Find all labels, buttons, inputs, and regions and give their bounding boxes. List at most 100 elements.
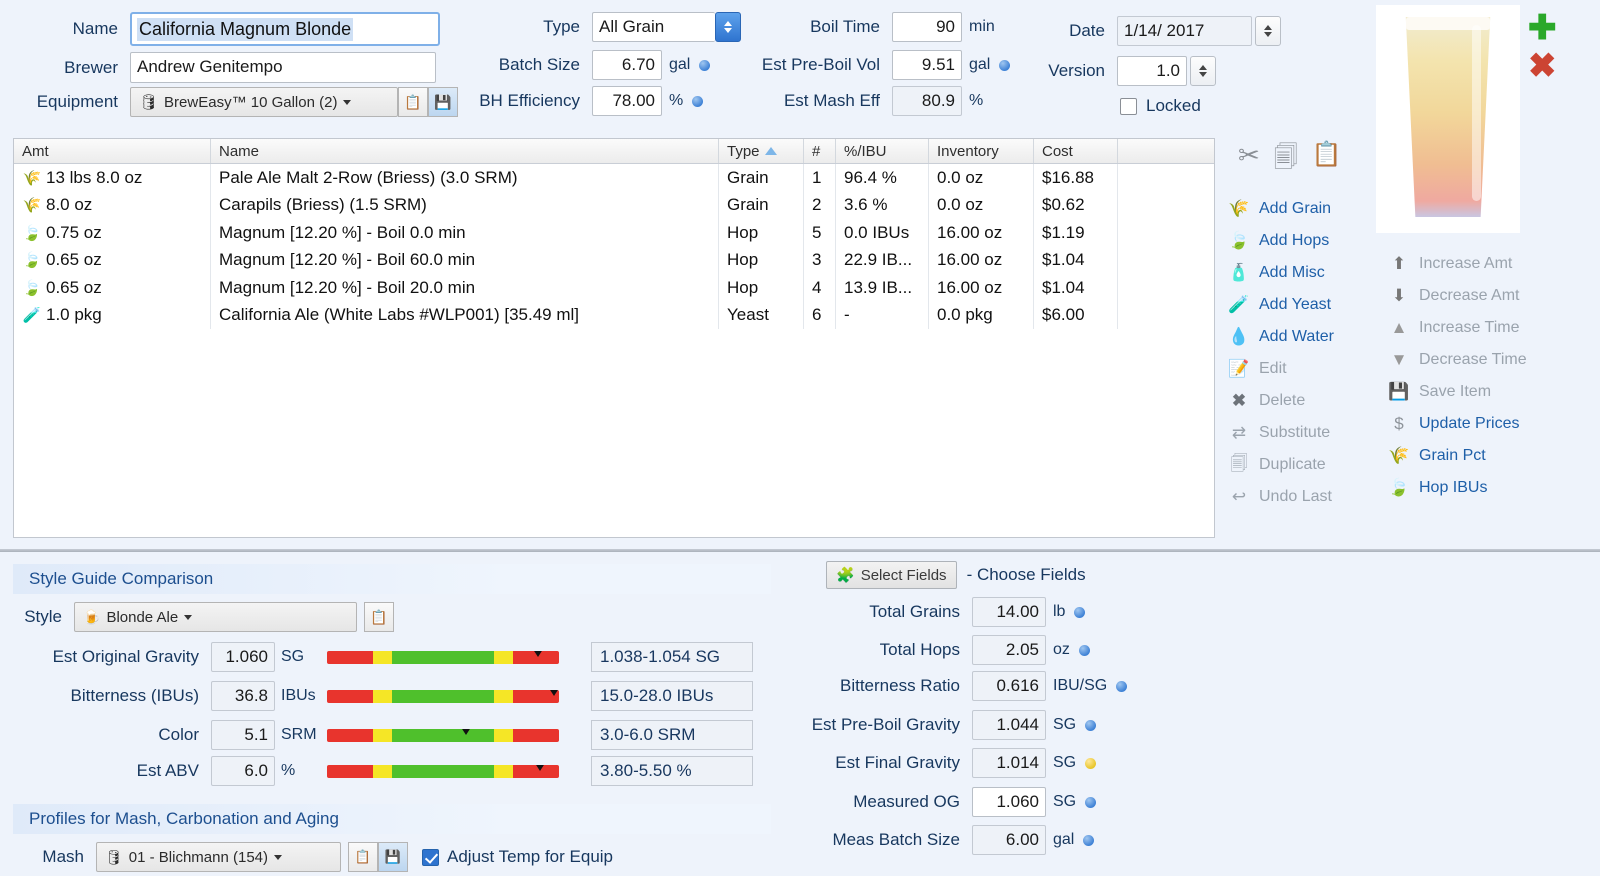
mash-eff-unit: % (969, 92, 984, 109)
batch-size-input[interactable]: 6.70 (592, 50, 662, 80)
column-header-pct-ibu[interactable]: %/IBU (835, 139, 928, 163)
name-row: Name California Magnum Blonde (40, 12, 440, 46)
stat-value[interactable]: 1.060 (972, 787, 1046, 817)
cell-inventory: 0.0 oz (928, 164, 1033, 192)
style-range-bar (327, 650, 559, 664)
cell-cost: $6.00 (1033, 301, 1117, 329)
style-dropdown[interactable]: 🍺 Blonde Ale (74, 602, 357, 632)
cell-type: Grain (718, 191, 803, 219)
action-label: Add Yeast (1259, 296, 1332, 313)
type-value[interactable]: All Grain (592, 12, 715, 42)
ingredients-table[interactable]: Amt Name Type # %/IBU Inventory Cost 🌾 13… (13, 138, 1215, 538)
undo-icon: ↩ (1231, 487, 1247, 506)
stat-value: 14.00 (972, 597, 1046, 627)
equipment-dropdown[interactable]: 🛢 BrewEasy™ 10 Gallon (2) (130, 87, 398, 117)
ingredient-actions-panel: ✂ 🗐 📋 🌾 Add Grain 🍃 Add Hops 🧴 Add Misc 🧪 Ad… (1228, 140, 1388, 513)
select-fields-button[interactable]: 🧩 Select Fields (826, 561, 957, 589)
cell-type: Hop (718, 219, 803, 247)
add-misc-button[interactable]: 🧴 Add Misc (1228, 257, 1388, 289)
section-title: Style Guide Comparison (29, 569, 214, 588)
brewer-input[interactable] (130, 52, 436, 83)
boil-time-unit: min (969, 18, 995, 35)
table-row[interactable]: 🌾 8.0 oz Carapils (Briess) (1.5 SRM) Grai… (14, 191, 1214, 219)
date-input[interactable]: 1/14/ 2017 (1117, 16, 1252, 46)
add-hops-button[interactable]: 🍃 Add Hops (1228, 225, 1388, 257)
mash-check-icon[interactable]: 📋 (348, 842, 378, 872)
locked-checkbox[interactable] (1120, 97, 1137, 115)
cell-amt: 1.0 pkg (46, 305, 102, 325)
column-header-inventory[interactable]: Inventory (928, 139, 1033, 163)
table-row[interactable]: 🌾 13 lbs 8.0 oz Pale Ale Malt 2-Row (Brie… (14, 164, 1214, 192)
paste-icon[interactable]: 📋 (1312, 140, 1342, 181)
cell-pct-ibu: 13.9 IB... (835, 274, 928, 302)
stat-unit: SG (1053, 716, 1077, 733)
puzzle-icon: 🧩 (836, 567, 855, 584)
close-x-icon[interactable]: ✖ (1528, 48, 1557, 84)
name-input[interactable]: California Magnum Blonde (130, 12, 440, 46)
stat-label: Est Pre-Boil Gravity (811, 715, 960, 734)
version-input[interactable]: 1.0 (1117, 56, 1187, 86)
cell-name: Magnum [12.20 %] - Boil 60.0 min (210, 246, 718, 274)
water-drop-icon: 💧 (1228, 327, 1250, 346)
stat-status-dot (1116, 680, 1128, 692)
mash-dropdown[interactable]: 🛢 01 - Blichmann (154) (96, 842, 341, 872)
hop-ibus-button[interactable]: 🍃 Hop IBUs (1388, 472, 1588, 504)
plus-icon[interactable]: ✚ (1528, 10, 1557, 46)
add-yeast-button[interactable]: 🧪 Add Yeast (1228, 289, 1388, 321)
add-water-button[interactable]: 💧 Add Water (1228, 321, 1388, 353)
edit-button: 📝 Edit (1228, 353, 1388, 385)
equipment-check-icon[interactable]: 📋 (398, 87, 428, 117)
action-label: Decrease Amt (1419, 287, 1520, 304)
stat-value[interactable]: 6.00 (972, 825, 1046, 855)
style-range-marker (527, 650, 550, 657)
copy-icon[interactable]: 🗐 (1274, 140, 1298, 181)
action-label: Add Grain (1259, 200, 1332, 217)
adjust-temp-checkbox[interactable] (422, 848, 439, 866)
mash-eff-label: Est Mash Eff (783, 91, 880, 110)
name-input-value: California Magnum Blonde (137, 17, 354, 41)
save-item-button: 💾 Save Item (1388, 376, 1588, 408)
column-header-amt[interactable]: Amt (14, 139, 210, 163)
table-row[interactable]: 🍃 0.75 oz Magnum [12.20 %] - Boil 0.0 min… (14, 219, 1214, 247)
cell-number: 6 (803, 301, 835, 329)
date-stepper[interactable] (1255, 16, 1281, 46)
column-header-cost[interactable]: Cost (1033, 139, 1117, 163)
column-header-number[interactable]: # (803, 139, 835, 163)
bh-efficiency-input[interactable]: 78.00 (592, 86, 662, 116)
batch-size-row: Batch Size 6.70 gal (440, 50, 711, 80)
mash-eff-row: Est Mash Eff 80.9 % (700, 86, 983, 116)
locked-row[interactable]: Locked (1120, 96, 1201, 116)
version-stepper[interactable] (1190, 56, 1216, 86)
style-check-icon[interactable]: 📋 (364, 602, 394, 632)
yeast-icon: 🧪 (22, 307, 42, 325)
panel-divider (0, 549, 1600, 552)
action-label: Add Hops (1259, 232, 1330, 249)
table-header-row: Amt Name Type # %/IBU Inventory Cost (14, 139, 1214, 164)
metric-value: 5.1 (211, 720, 275, 750)
add-grain-button[interactable]: 🌾 Add Grain (1228, 193, 1388, 225)
update-prices-button[interactable]: $ Update Prices (1388, 408, 1588, 440)
mash-eff-value: 80.9 (892, 86, 962, 116)
grain-icon: 🌾 (1388, 446, 1410, 465)
column-header-name[interactable]: Name (210, 139, 718, 163)
stat-status-dot (1074, 606, 1086, 618)
grain-icon: 🌾 (22, 169, 42, 187)
stat-unit: IBU/SG (1053, 677, 1108, 694)
mash-save-icon[interactable]: 💾 (378, 842, 408, 872)
decrease-amt-button: ⬇ Decrease Amt (1388, 280, 1588, 312)
mash-value: 01 - Blichmann (154) (128, 848, 269, 866)
pre-boil-vol-input[interactable]: 9.51 (892, 50, 962, 80)
table-row[interactable]: 🧪 1.0 pkg California Ale (White Labs #WLP… (14, 301, 1214, 329)
beer-preview (1376, 5, 1520, 233)
stat-value: 0.616 (972, 671, 1046, 701)
table-row[interactable]: 🍃 0.65 oz Magnum [12.20 %] - Boil 60.0 mi… (14, 246, 1214, 274)
metric-unit: IBUs (281, 687, 316, 704)
column-header-type[interactable]: Type (718, 139, 803, 163)
pre-boil-vol-row: Est Pre-Boil Vol 9.51 gal (700, 50, 1011, 80)
cut-icon[interactable]: ✂ (1238, 140, 1260, 181)
triangle-up-icon: ▲ (1390, 318, 1408, 337)
table-row[interactable]: 🍃 0.65 oz Magnum [12.20 %] - Boil 20.0 mi… (14, 274, 1214, 302)
grain-pct-button[interactable]: 🌾 Grain Pct (1388, 440, 1588, 472)
boil-time-input[interactable]: 90 (892, 12, 962, 42)
cell-pct-ibu: 96.4 % (835, 164, 928, 192)
